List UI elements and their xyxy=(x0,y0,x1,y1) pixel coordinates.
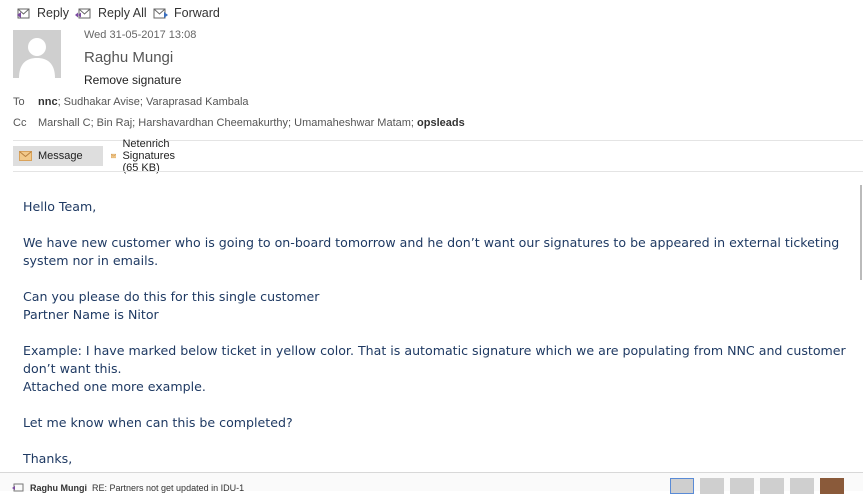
envelope-icon xyxy=(19,151,32,161)
attachment-message-tab[interactable]: Message xyxy=(13,146,103,166)
person-thumbnail[interactable] xyxy=(760,478,784,494)
body-line: Let me know when can this be completed? xyxy=(23,415,293,430)
sender-name[interactable]: Raghu Mungi xyxy=(84,49,173,66)
reply-label: Reply xyxy=(37,6,69,20)
body-line: Can you please do this for this single c… xyxy=(23,289,320,304)
attachment-netenrich-signatures[interactable]: Netenrich Signatures (65 KB) xyxy=(105,138,189,174)
body-line: We have new customer who is going to on-… xyxy=(23,235,840,268)
conversation-subject: RE: Partners not get updated in IDU-1 xyxy=(92,483,245,493)
people-thumbnails xyxy=(670,478,850,494)
body-line: Partner Name is Nitor xyxy=(23,307,159,322)
body-line: Attached one more example. xyxy=(23,379,206,394)
cc-label: Cc xyxy=(13,117,27,129)
to-label: To xyxy=(13,96,25,108)
body-line: Example: I have marked below ticket in y… xyxy=(23,343,846,376)
cc-recipient-list[interactable]: Marshall C; Bin Raj; Harshavardhan Cheem… xyxy=(38,117,417,129)
conversation-item[interactable]: Raghu Mungi RE: Partners not get updated… xyxy=(30,483,244,493)
sender-avatar xyxy=(13,30,61,78)
vertical-scrollbar[interactable] xyxy=(859,183,863,468)
reply-all-label: Reply All xyxy=(98,6,147,20)
message-date: Wed 31-05-2017 13:08 xyxy=(84,29,197,41)
conversation-sender: Raghu Mungi xyxy=(30,483,87,493)
person-photo-thumbnail[interactable] xyxy=(820,478,844,494)
person-icon xyxy=(19,38,55,78)
body-line: Thanks, xyxy=(23,451,73,466)
message-subject: Remove signature xyxy=(84,73,182,87)
person-thumbnail[interactable] xyxy=(790,478,814,494)
forward-label: Forward xyxy=(174,6,220,20)
message-toolbar: Reply Reply All Forward xyxy=(0,0,863,26)
reply-icon xyxy=(12,483,24,492)
group-thumbnail[interactable] xyxy=(700,478,724,494)
conversation-bar: Raghu Mungi RE: Partners not get updated… xyxy=(0,472,863,494)
message-body: Hello Team, We have new customer who is … xyxy=(23,198,853,468)
attachment-message-label: Message xyxy=(38,150,83,162)
forward-button[interactable]: Forward xyxy=(153,4,220,22)
attachment-divider xyxy=(13,171,863,172)
cc-recipient-opsleads[interactable]: opsleads xyxy=(417,117,465,129)
reply-all-button[interactable]: Reply All xyxy=(75,4,147,22)
person-thumbnail[interactable] xyxy=(730,478,754,494)
attachment-netenrich-label: Netenrich Signatures (65 KB) xyxy=(122,138,176,174)
reply-icon xyxy=(17,8,30,19)
to-recipient-list[interactable]: ; Sudhakar Avise; Varaprasad Kambala xyxy=(58,96,249,108)
envelope-icon xyxy=(111,153,117,159)
body-line: Hello Team, xyxy=(23,199,97,214)
to-recipients[interactable]: nnc; Sudhakar Avise; Varaprasad Kambala xyxy=(38,96,249,108)
to-recipient-nnc[interactable]: nnc xyxy=(38,96,58,108)
reply-button[interactable]: Reply xyxy=(16,4,69,22)
person-thumbnail[interactable] xyxy=(670,478,694,494)
scrollbar-thumb[interactable] xyxy=(860,185,862,280)
forward-icon xyxy=(153,8,168,19)
reply-all-icon xyxy=(75,8,91,19)
cc-recipients[interactable]: Marshall C; Bin Raj; Harshavardhan Cheem… xyxy=(38,117,465,129)
